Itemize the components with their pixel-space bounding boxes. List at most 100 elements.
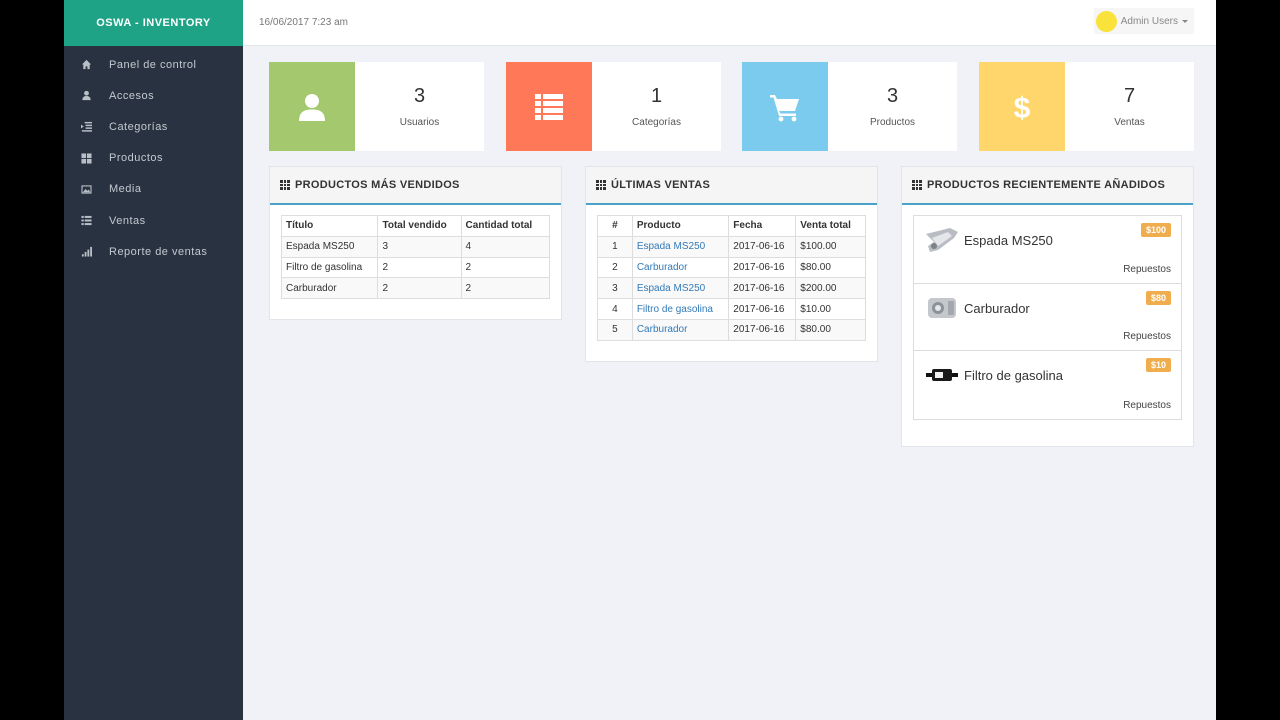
cell-date: 2017-06-16 <box>728 318 797 341</box>
product-link[interactable]: Espada MS250 <box>631 277 730 300</box>
user-menu-dropdown[interactable]: Admin Users <box>1093 8 1194 34</box>
stat-value: 3 <box>413 85 426 107</box>
stat-card-usuarios: 3 Usuarios <box>269 62 484 151</box>
panel-header: PRODUCTOS MÁS VENDIDOS <box>270 167 561 205</box>
price-badge: $100 <box>1140 223 1171 237</box>
sidebar: Panel de control Accesos Categorías Prod… <box>64 46 243 720</box>
cell-quantity: 2 <box>460 277 551 300</box>
column-header: Cantidad total <box>460 215 551 237</box>
grid-icon <box>912 180 922 190</box>
recent-products-list: Espada MS250 $100 Repuestos Carburador $… <box>913 215 1182 420</box>
column-header: # <box>597 215 633 237</box>
cell-number: 5 <box>597 318 633 341</box>
brand-logo[interactable]: OSWA - INVENTORY <box>64 0 243 46</box>
stat-value: 3 <box>886 85 899 107</box>
product-name: Filtro de gasolina <box>964 368 1063 383</box>
grid-icon <box>280 180 290 190</box>
column-header: Total vendido <box>377 215 462 237</box>
list-icon <box>506 62 592 151</box>
cell-total: $200.00 <box>795 277 866 300</box>
user-icon <box>80 90 92 102</box>
cell-number: 4 <box>597 298 633 320</box>
cell-date: 2017-06-16 <box>728 235 797 258</box>
product-link[interactable]: Carburador <box>631 256 730 279</box>
cell-quantity: 2 <box>460 256 551 279</box>
stat-value: 1 <box>650 85 663 107</box>
cell-total: $100.00 <box>795 235 866 258</box>
product-link[interactable]: Carburador <box>631 318 730 341</box>
panel-top-products: PRODUCTOS MÁS VENDIDOS Título Total vend… <box>269 166 562 321</box>
signal-icon <box>80 246 92 258</box>
dollar-icon: $ <box>979 62 1065 151</box>
panel-title: PRODUCTOS MÁS VENDIDOS <box>295 179 460 191</box>
stat-label: Categorías <box>632 117 681 128</box>
product-category: Repuestos <box>1123 399 1171 411</box>
stat-label: Usuarios <box>399 117 440 128</box>
user-name: Admin Users <box>1120 15 1178 27</box>
panel-recent-products: PRODUCTOS RECIENTEMENTE AÑADIDOS Espada … <box>901 166 1194 447</box>
product-category: Repuestos <box>1123 263 1171 275</box>
stat-label: Ventas <box>1114 117 1145 128</box>
sidebar-item-accesos[interactable]: Accesos <box>64 80 243 111</box>
panel-header: ÚLTIMAS VENTAS <box>586 167 877 205</box>
list-item[interactable]: Carburador $80 Repuestos <box>914 284 1181 351</box>
carburetor-image <box>928 297 956 318</box>
sidebar-item-reporte[interactable]: Reporte de ventas <box>64 236 243 267</box>
list-item[interactable]: Filtro de gasolina $10 Repuestos <box>914 351 1181 419</box>
column-header: Producto <box>631 215 730 237</box>
product-category: Repuestos <box>1123 331 1171 342</box>
table-row: 5 Carburador 2017-06-16 $80.00 <box>597 318 866 341</box>
cell-title: Carburador <box>280 277 379 300</box>
price-badge: $10 <box>1145 358 1171 372</box>
indent-icon <box>80 121 92 133</box>
sidebar-item-panel[interactable]: Panel de control <box>64 49 243 80</box>
sidebar-item-ventas[interactable]: Ventas <box>64 205 243 236</box>
table-row: Espada MS250 3 4 <box>280 235 551 258</box>
product-name: Carburador <box>964 300 1030 316</box>
cell-total-sold: 3 <box>377 235 462 258</box>
list-item[interactable]: Espada MS250 $100 Repuestos <box>914 216 1181 284</box>
sidebar-item-label: Media <box>109 183 142 196</box>
cell-total-sold: 2 <box>377 256 462 279</box>
svg-text:$: $ <box>1014 92 1031 123</box>
product-link[interactable]: Filtro de gasolina <box>631 298 730 320</box>
sidebar-item-label: Panel de control <box>109 58 197 71</box>
th-large-icon <box>80 152 92 164</box>
picture-icon <box>80 183 92 195</box>
cell-date: 2017-06-16 <box>728 298 797 320</box>
column-header: Venta total <box>795 215 866 237</box>
header-datetime: 16/06/2017 7:23 am <box>259 17 348 28</box>
fuel-filter-image <box>926 369 958 381</box>
cell-date: 2017-06-16 <box>728 277 797 300</box>
sidebar-item-label: Accesos <box>109 89 155 102</box>
table-row: 2 Carburador 2017-06-16 $80.00 <box>597 256 866 279</box>
column-header: Fecha <box>728 215 797 237</box>
column-header: Título <box>280 215 379 237</box>
stat-label: Productos <box>869 117 916 128</box>
table-row: Carburador 2 2 <box>280 277 551 300</box>
list-icon <box>80 215 92 227</box>
cell-title: Espada MS250 <box>280 235 379 258</box>
caret-down-icon <box>1182 19 1188 23</box>
stat-card-categorias: 1 Categorías <box>506 62 721 151</box>
app-window: OSWA - INVENTORY Panel de control Acceso… <box>64 0 1216 720</box>
cell-total: $80.00 <box>795 256 866 279</box>
sidebar-item-categorias[interactable]: Categorías <box>64 111 243 142</box>
cart-icon <box>742 62 828 151</box>
sidebar-item-media[interactable]: Media <box>64 174 243 205</box>
stat-value: 7 <box>1123 85 1136 107</box>
stat-card-ventas: $ 7 Ventas <box>979 62 1194 151</box>
cell-total: $10.00 <box>795 298 866 320</box>
cell-date: 2017-06-16 <box>728 256 797 279</box>
sidebar-item-label: Productos <box>109 152 164 165</box>
product-link[interactable]: Espada MS250 <box>631 235 730 258</box>
sidebar-item-label: Categorías <box>109 120 168 133</box>
panel-title: ÚLTIMAS VENTAS <box>611 179 711 191</box>
panel-header: PRODUCTOS RECIENTEMENTE AÑADIDOS <box>902 167 1193 205</box>
sidebar-item-label: Ventas <box>109 214 146 227</box>
stat-card-productos: 3 Productos <box>742 62 957 151</box>
cell-number: 1 <box>597 235 633 258</box>
panel-title: PRODUCTOS RECIENTEMENTE AÑADIDOS <box>927 179 1166 191</box>
sidebar-item-productos[interactable]: Productos <box>64 143 243 174</box>
table-row: 4 Filtro de gasolina 2017-06-16 $10.00 <box>597 298 866 320</box>
